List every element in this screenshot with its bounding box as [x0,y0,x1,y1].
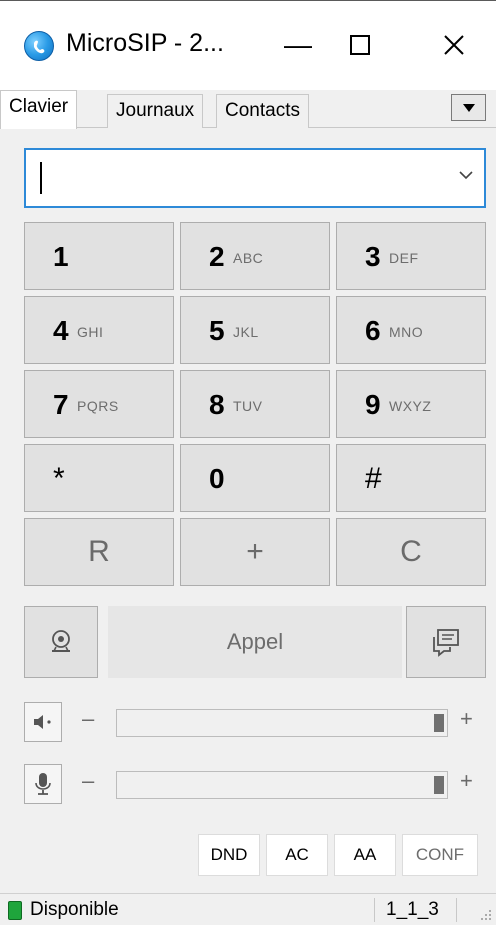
key-7[interactable]: 7 PQRS [24,370,174,438]
microphone-volume-slider[interactable] [116,771,448,799]
clear-label: C [400,535,422,568]
dial-number-combobox[interactable] [24,148,486,208]
conference-button[interactable]: CONF [402,834,478,876]
tab-journaux[interactable]: Journaux [107,94,204,128]
key-digit: * [53,462,65,495]
key-digit: 0 [209,463,225,494]
chevron-down-icon[interactable] [458,170,474,180]
status-separator [456,898,457,922]
dropdown-arrow-icon [462,103,475,112]
key-letters: DEF [389,250,419,266]
text-caret [40,162,42,194]
key-star[interactable]: * [24,444,174,512]
speaker-volume-slider[interactable] [116,709,448,737]
key-letters: JKL [233,324,259,340]
key-digit: 7 [53,389,69,420]
key-4[interactable]: 4 GHI [24,296,174,364]
key-digit: 1 [53,241,69,272]
microphone-mute-button[interactable] [24,764,62,804]
account-label[interactable]: 1_1_3 [386,899,439,921]
call-button[interactable]: Appel [108,606,402,678]
clear-button[interactable]: C [336,518,486,586]
key-digit: 4 [53,315,69,346]
maximize-icon [350,35,370,55]
auto-answer-button[interactable]: AA [334,834,396,876]
key-9[interactable]: 9 WXYZ [336,370,486,438]
key-digit: 2 [209,241,225,272]
close-icon [444,35,464,55]
tab-menu-button[interactable] [451,94,486,121]
maximize-button[interactable] [330,19,390,71]
call-row: Appel [24,606,486,678]
plus-button[interactable]: + [180,518,330,586]
microphone-volume-minus: – [82,768,95,793]
speaker-volume-row: – + [24,702,486,742]
dnd-button[interactable]: DND [198,834,260,876]
status-separator [374,898,375,922]
status-indicator-icon[interactable] [8,901,22,920]
tab-contacts[interactable]: Contacts [216,94,309,128]
auto-conference-button[interactable]: AC [266,834,328,876]
key-8[interactable]: 8 TUV [180,370,330,438]
main-panel: 1 2 ABC 3 DEF 4 GHI 5 JKL 6 MNO 7 PQRS 8 [0,128,496,893]
key-2[interactable]: 2 ABC [180,222,330,290]
redial-button[interactable]: R [24,518,174,586]
key-letters: GHI [77,324,104,340]
speaker-icon [34,715,51,729]
key-5[interactable]: 5 JKL [180,296,330,364]
speaker-volume-minus: – [82,706,95,731]
resize-grip-icon[interactable] [478,907,492,921]
title-bar: MicroSIP - 2... — [0,0,496,90]
key-digit: 8 [209,389,225,420]
microphone-volume-row: – + [24,764,486,804]
window-title: MicroSIP - 2... [66,29,224,57]
tab-clavier[interactable]: Clavier [0,90,78,129]
speaker-mute-button[interactable] [24,702,62,742]
video-call-button[interactable] [24,606,98,678]
message-button[interactable] [406,606,486,678]
microphone-volume-thumb[interactable] [434,776,444,794]
speaker-volume-plus: + [460,706,473,731]
status-text[interactable]: Disponible [30,899,119,921]
key-letters: ABC [233,250,264,266]
key-digit: 6 [365,315,381,346]
microsip-logo-icon [24,31,54,61]
key-digit: 9 [365,389,381,420]
key-digit: 5 [209,315,225,346]
key-letters: TUV [233,398,263,414]
plus-label: + [246,535,264,568]
microphone-icon [35,773,51,795]
key-0[interactable]: 0 [180,444,330,512]
key-3[interactable]: 3 DEF [336,222,486,290]
redial-label: R [88,535,110,568]
key-1[interactable]: 1 [24,222,174,290]
key-letters: PQRS [77,398,119,414]
key-hash[interactable]: # [336,444,486,512]
status-bar: Disponible 1_1_3 [0,893,496,925]
key-digit: # [365,462,382,495]
key-6[interactable]: 6 MNO [336,296,486,364]
chat-icon [433,629,459,657]
key-letters: WXYZ [389,398,432,414]
key-digit: 3 [365,241,381,272]
tab-bar: Clavier Journaux Contacts [0,90,496,129]
speaker-volume-thumb[interactable] [434,714,444,732]
webcam-icon [52,630,70,652]
dial-number-input[interactable] [36,158,436,198]
key-letters: MNO [389,324,424,340]
microphone-volume-plus: + [460,768,473,793]
close-button[interactable] [424,19,484,71]
minimize-button[interactable]: — [268,19,328,71]
